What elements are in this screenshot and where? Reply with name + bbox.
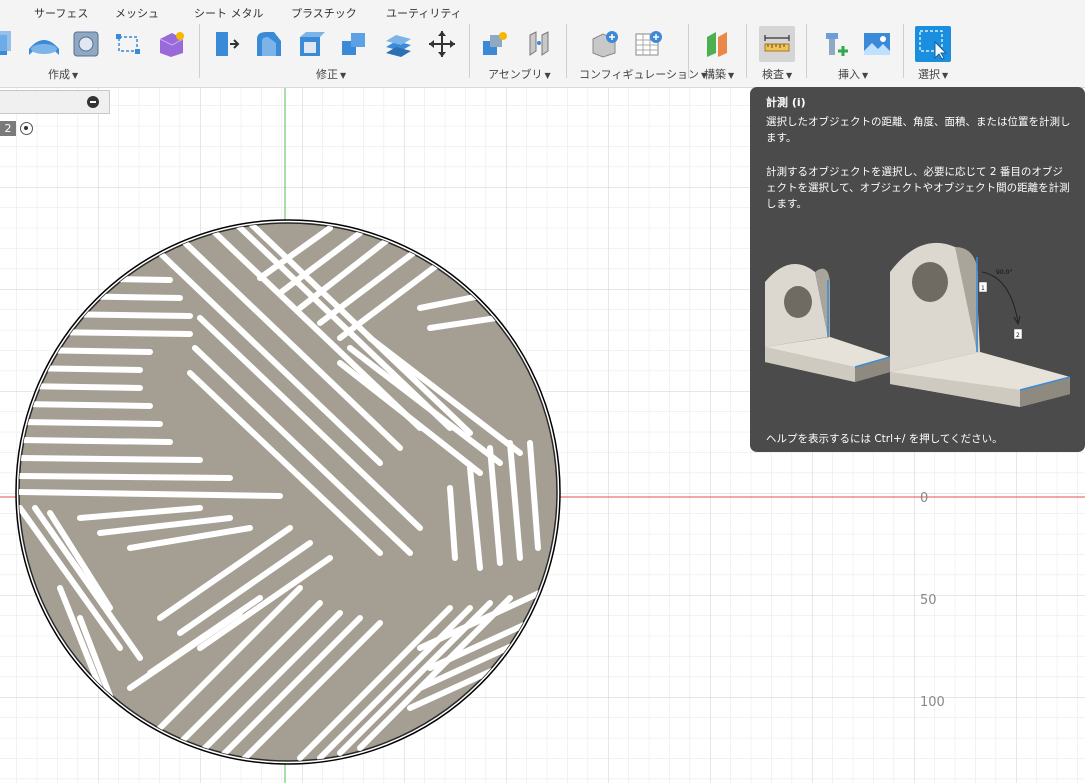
radio-icon[interactable] <box>20 122 33 135</box>
configure-icon[interactable] <box>586 26 622 62</box>
sketch-icon[interactable] <box>110 26 146 62</box>
form-icon[interactable] <box>153 26 189 62</box>
separator <box>903 24 904 78</box>
tab-surface[interactable]: サーフェス <box>34 5 88 21</box>
shell-icon[interactable] <box>294 26 330 62</box>
table-icon[interactable] <box>630 26 666 62</box>
browser-row: 2 <box>0 119 40 139</box>
group-select[interactable]: 選択 ▼ <box>918 66 948 82</box>
joint-icon[interactable] <box>521 26 557 62</box>
separator <box>469 24 470 78</box>
tab-sheet-metal[interactable]: シート メタル <box>194 5 264 21</box>
axis-label-100: 100 <box>920 695 945 710</box>
measure-icon[interactable] <box>759 26 795 62</box>
new-component-icon[interactable] <box>477 26 513 62</box>
group-inspect[interactable]: 検査 ▼ <box>762 66 792 82</box>
browser-badge: 2 <box>0 121 16 136</box>
separator <box>199 24 200 78</box>
tooltip-footer: ヘルプを表示するには Ctrl+/ を押してください。 <box>766 433 1003 445</box>
group-construct[interactable]: 構築 ▼ <box>704 66 734 82</box>
tab-mesh[interactable]: メッシュ <box>115 5 159 21</box>
bracket-small <box>765 264 891 382</box>
illustration-angle-label: 90.0° <box>996 269 1012 276</box>
offset-plane-icon[interactable] <box>700 26 736 62</box>
select-icon[interactable] <box>915 26 951 62</box>
measure-tooltip: 計測 (i) 選択したオブジェクトの距離、角度、面積、または位置を計測します。 … <box>750 87 1085 452</box>
tab-utilities[interactable]: ユーティリティ <box>386 5 462 21</box>
bracket-large: 90.0° 1 2 <box>890 242 1071 407</box>
group-assemble[interactable]: アセンブリ ▼ <box>488 66 551 82</box>
group-create[interactable]: 作成 ▼ <box>48 66 78 82</box>
tooltip-description: 選択したオブジェクトの距離、角度、面積、または位置を計測します。 <box>766 116 1071 144</box>
press-pull-icon[interactable] <box>209 26 245 62</box>
toolbar: サーフェス メッシュ シート メタル プラスチック ユーティリティ 作成 ▼ 修正… <box>0 0 1085 88</box>
group-modify[interactable]: 修正 ▼ <box>316 66 346 82</box>
tooltip-detail: 計測するオブジェクトを選択し、必要に応じて 2 番目のオブジェクトを選択して、オ… <box>766 166 1070 210</box>
axis-label-0: 0 <box>920 491 929 506</box>
separator <box>566 24 567 78</box>
fillet-icon[interactable] <box>251 26 287 62</box>
insert-derive-icon[interactable] <box>817 26 853 62</box>
separator <box>806 24 807 78</box>
group-insert[interactable]: 挿入 ▼ <box>838 66 868 82</box>
hole-icon[interactable] <box>68 26 104 62</box>
browser-panel-header <box>0 90 110 114</box>
axis-label-50: 50 <box>920 593 937 608</box>
separator <box>688 24 689 78</box>
move-icon[interactable] <box>424 26 460 62</box>
insert-image-icon[interactable] <box>859 26 895 62</box>
tooltip-illustration: 90.0° 1 2 <box>765 242 1071 407</box>
revolve-icon[interactable] <box>26 26 62 62</box>
offset-face-icon[interactable] <box>380 26 416 62</box>
separator <box>746 24 747 78</box>
tooltip-title: 計測 (i) <box>766 96 806 109</box>
illustration-marker-1: 1 <box>981 285 985 292</box>
collapse-icon[interactable] <box>87 96 99 108</box>
tab-plastic[interactable]: プラスチック <box>291 5 357 21</box>
extrude-icon[interactable] <box>0 26 22 62</box>
combine-icon[interactable] <box>336 26 372 62</box>
illustration-marker-2: 2 <box>1016 332 1020 339</box>
